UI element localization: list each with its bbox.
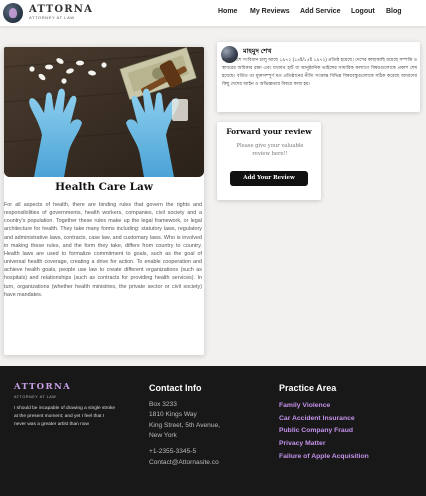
address-line: 1810 Kings Way: [149, 411, 197, 419]
footer: ATTORNA ATTORNEY AT LAW I should be inca…: [0, 366, 426, 496]
brand-tagline: ATTORNEY AT LAW: [29, 15, 75, 20]
practice-link-family-violence[interactable]: Family Violence: [279, 400, 369, 413]
contact-info-heading: Contact Info: [149, 383, 202, 393]
address-line: Box 3233: [149, 401, 177, 408]
address-line: New York: [149, 432, 177, 440]
footer-brand-name[interactable]: ATTORNA: [14, 382, 71, 392]
contact-email[interactable]: Contact@Attornasite.co: [149, 458, 220, 468]
footer-brand-tagline: ATTORNEY AT LAW: [14, 395, 57, 399]
forward-review-card: Forward your review Please give your val…: [217, 122, 321, 200]
add-review-button[interactable]: Add Your Review: [230, 171, 308, 186]
review-text: বাংলাদেশে সংবিধান চালু আছে ১৯৭২ (১৪ই/১৫ই…: [222, 57, 417, 86]
practice-link-car-accident[interactable]: Car Accident Insurance: [279, 413, 369, 426]
service-description: For all aspects of health, there are bin…: [4, 202, 202, 298]
nav-my-reviews[interactable]: My Reviews: [250, 8, 290, 15]
practice-area-heading: Practice Area: [279, 383, 337, 393]
service-title: Health Care Law: [55, 181, 153, 193]
nav-logout[interactable]: Logout: [351, 8, 375, 15]
practice-link-company-fraud[interactable]: Public Company Fraud: [279, 425, 369, 438]
address-line: King Street, 5th Avenue,: [149, 421, 220, 429]
nav-home[interactable]: Home: [218, 8, 237, 15]
practice-link-apple-acquisition[interactable]: Failure of Apple Acquisition: [279, 451, 369, 464]
practice-area-list: Family Violence Car Accident Insurance P…: [279, 400, 369, 464]
practice-link-privacy[interactable]: Privacy Matter: [279, 438, 369, 451]
nav-blog[interactable]: Blog: [386, 8, 402, 15]
review-card: মাহমুদ শেখ বাংলাদেশে সংবিধান চালু আছে ১৯…: [217, 42, 420, 112]
service-hero-image: [4, 47, 204, 177]
contact-info: Box 3233 1810 Kings Way King Street, 5th…: [149, 400, 220, 468]
nav-add-service[interactable]: Add Service: [300, 8, 340, 15]
forward-review-title: Forward your review: [226, 127, 312, 136]
footer-quote: I should be incapable of drawing a singl…: [14, 406, 116, 428]
brand-name[interactable]: ATTORNA: [29, 4, 93, 15]
gloves-pills-gavel-image: [4, 47, 204, 177]
navbar: ATTORNA ATTORNEY AT LAW Home My Reviews …: [0, 0, 426, 26]
forward-review-prompt: Please give your valuable review here!!: [236, 143, 304, 157]
contact-phone[interactable]: +1-2355-3345-5: [149, 447, 220, 457]
logo-figure-icon: [9, 8, 17, 18]
brand-logo[interactable]: [3, 3, 23, 23]
